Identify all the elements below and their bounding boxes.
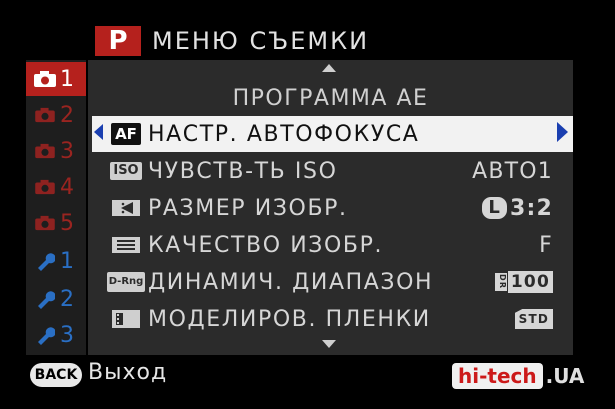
left-arrow-icon[interactable] [94,124,103,140]
menu-row-label: ЧУВСТВ-ТЬ ISO [148,158,338,184]
tab-wrench-2[interactable]: 2 [26,282,86,316]
iso-icon-label: ISO [110,162,142,180]
menu-row-label: МОДЕЛИРОВ. ПЛЕНКИ [148,306,431,332]
film-simulation-icon [104,305,148,333]
menu-row-value: STD [514,309,553,329]
image-quality-icon [104,231,148,259]
scroll-up-arrow-icon[interactable] [322,64,336,72]
menu-row-label: ДИНАМИЧ. ДИАПАЗОН [148,269,434,295]
section-title: ПРОГРАММА АЕ [232,86,429,111]
tab-wrench-3[interactable]: 3 [26,318,86,352]
wrench-icon [32,284,58,314]
menu-row-value: F [539,232,553,258]
watermark-main: hi-tech [452,363,543,389]
tab-number: 4 [60,174,74,200]
tab-camera-5[interactable]: 5 [26,206,86,240]
menu-row-value: АВТО1 [472,158,553,184]
size-badge: L [482,197,507,219]
tab-number: 2 [60,102,74,128]
back-button[interactable]: BACK [30,363,82,387]
wrench-icon [32,320,58,350]
mode-badge: P [95,26,141,56]
tab-number: 1 [60,248,74,274]
menu-row-value: L 3:2 [482,196,553,221]
iso-icon: ISO [104,157,148,185]
menu-row-film-simulation[interactable]: МОДЕЛИРОВ. ПЛЕНКИ STD [92,301,573,337]
tab-camera-1[interactable]: 1 [26,62,86,96]
menu-title: МЕНЮ СЪЕМКИ [152,27,370,55]
back-label: Выход [88,360,168,385]
menu-row-dynamic-range[interactable]: D-Rng ДИНАМИЧ. ДИАПАЗОН DR 100 [92,264,573,300]
menu-row-image-quality[interactable]: КАЧЕСТВО ИЗОБР. F [92,227,573,263]
tab-camera-2[interactable]: 2 [26,98,86,132]
menu-row-label: РАЗМЕР ИЗОБР. [148,195,348,221]
af-icon-label: AF [111,123,141,145]
camera-icon [32,208,58,238]
menu-row-value: DR 100 [494,271,553,293]
camera-icon [32,64,58,94]
watermark-logo: hi-tech .UA [452,362,584,390]
dynamic-range-icon: D-Rng [104,268,148,296]
menu-row-label: НАСТР. АВТОФОКУСА [148,121,420,147]
scroll-down-arrow-icon[interactable] [322,340,336,348]
menu-row-image-size[interactable]: РАЗМЕР ИЗОБР. L 3:2 [92,190,573,226]
camera-icon [32,100,58,130]
tab-number: 3 [60,322,74,348]
right-arrow-icon[interactable] [557,122,568,142]
image-size-icon [104,194,148,222]
tab-number: 5 [60,210,74,236]
camera-icon [32,136,58,166]
tab-wrench-1[interactable]: 1 [26,244,86,278]
af-icon: AF [104,120,148,148]
aspect-ratio: 3:2 [509,195,553,221]
film-std-badge: STD [514,309,553,329]
menu-row-label: КАЧЕСТВО ИЗОБР. [148,232,384,258]
wrench-icon [32,246,58,276]
tab-number: 1 [60,66,74,92]
dr-value: 100 [507,271,553,293]
tab-column: 1 2 3 4 5 1 2 3 [26,60,86,355]
camera-icon [32,172,58,202]
tab-number: 2 [60,286,74,312]
dr-badge: DR [494,273,507,291]
menu-row-iso[interactable]: ISO ЧУВСТВ-ТЬ ISO АВТО1 [92,153,573,189]
tab-camera-4[interactable]: 4 [26,170,86,204]
watermark-tld: .UA [545,364,585,388]
tab-camera-3[interactable]: 3 [26,134,86,168]
dynamic-range-icon-label: D-Rng [106,272,146,292]
tab-number: 3 [60,138,74,164]
menu-row-af-setup[interactable]: AF НАСТР. АВТОФОКУСА [92,116,573,152]
